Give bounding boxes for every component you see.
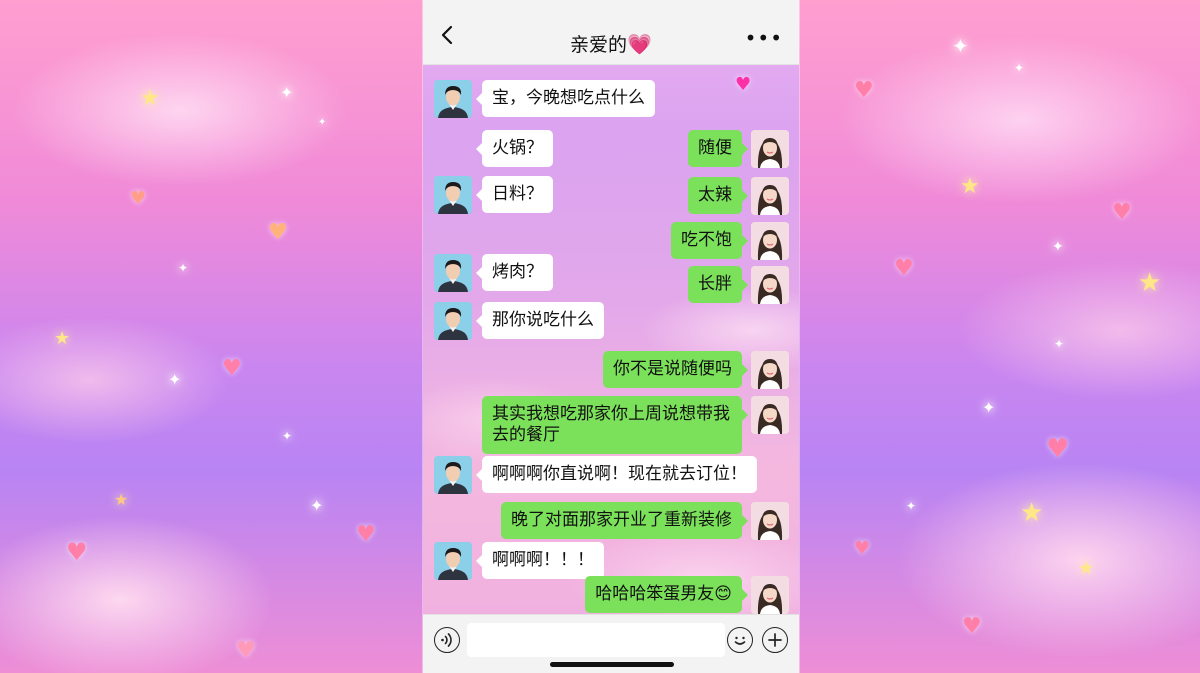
received-message-bubble[interactable]: 那你说吃什么: [476, 302, 604, 339]
received-message-bubble[interactable]: 啊啊啊！！！: [476, 542, 604, 579]
sent-message-row: 随便: [423, 130, 799, 170]
received-message-row: 宝，今晚想吃点什么: [423, 80, 799, 120]
star-icon: ★: [140, 86, 160, 111]
sparkle-icon: ✦: [318, 117, 327, 128]
sent-message-row: 晚了对面那家开业了重新装修: [423, 502, 799, 542]
chat-header: 亲爱的💗 •••: [423, 0, 799, 65]
boyfriend-avatar[interactable]: [434, 542, 472, 580]
sparkle-icon: ✦: [280, 83, 294, 102]
heart-icon: ♥: [1046, 434, 1070, 464]
sparkle-icon: ✦: [906, 499, 917, 513]
sent-message-bubble[interactable]: 晚了对面那家开业了重新装修: [501, 502, 748, 539]
heart-icon: ♥: [236, 638, 256, 663]
boyfriend-avatar[interactable]: [434, 80, 472, 118]
sparkle-icon: ✦: [310, 496, 324, 515]
received-message-bubble[interactable]: 啊啊啊你直说啊！现在就去订位！: [476, 456, 757, 493]
boyfriend-avatar[interactable]: [434, 456, 472, 494]
sparkle-icon: ✦: [952, 34, 969, 58]
star-icon: ★: [54, 328, 71, 349]
sent-message-bubble[interactable]: 长胖: [688, 266, 748, 303]
sent-message-bubble[interactable]: 哈哈哈笨蛋男友😊: [585, 576, 748, 613]
more-options-icon[interactable]: •••: [745, 28, 783, 48]
sparkle-icon: ✦: [1054, 337, 1065, 351]
star-icon: ★: [960, 174, 980, 199]
sent-message-bubble[interactable]: 其实我想吃那家你上周说想带我去的餐厅: [482, 396, 748, 454]
heart-icon: ♥: [962, 614, 982, 639]
chat-window: 亲爱的💗 ••• ♥ 宝，今晚想吃点什么 火锅？ 随便 日料？ 太辣 吃不饱 烤肉？ 长胖 那你…: [423, 0, 799, 673]
sent-message-bubble[interactable]: 随便: [688, 130, 748, 167]
sent-message-row: 哈哈哈笨蛋男友😊: [423, 576, 799, 616]
received-message-row: 啊啊啊你直说啊！现在就去订位！: [423, 456, 799, 496]
sent-message-bubble[interactable]: 太辣: [688, 177, 748, 214]
star-icon: ★: [114, 490, 129, 509]
chat-title: 亲爱的💗: [423, 30, 799, 57]
heart-icon: ♥: [130, 188, 147, 209]
sparkle-icon: ✦: [282, 429, 293, 443]
plus-icon[interactable]: [762, 627, 788, 653]
voice-icon[interactable]: [434, 627, 460, 653]
sent-message-row: 其实我想吃那家你上周说想带我去的餐厅: [423, 396, 799, 454]
message-list: 宝，今晚想吃点什么 火锅？ 随便 日料？ 太辣 吃不饱 烤肉？ 长胖 那你说吃什么 你不是说随便吗…: [423, 64, 799, 614]
girlfriend-avatar[interactable]: [751, 266, 789, 304]
heart-icon: ♥: [66, 538, 88, 566]
received-message-row: 那你说吃什么: [423, 302, 799, 342]
sent-message-bubble[interactable]: 你不是说随便吗: [603, 351, 748, 388]
girlfriend-avatar[interactable]: [751, 177, 789, 215]
received-message-bubble[interactable]: 宝，今晚想吃点什么: [476, 80, 655, 117]
sparkle-icon: ✦: [1014, 61, 1025, 75]
message-input[interactable]: [467, 623, 725, 657]
heart-icon: ♥: [854, 538, 871, 559]
sent-message-row: 太辣: [423, 177, 799, 217]
home-indicator: [550, 662, 674, 667]
girlfriend-avatar[interactable]: [751, 396, 789, 434]
sparkle-icon: ✦: [168, 370, 182, 389]
girlfriend-avatar[interactable]: [751, 576, 789, 614]
sent-message-row: 你不是说随便吗: [423, 351, 799, 391]
emoji-icon[interactable]: [727, 627, 753, 653]
star-icon: ★: [1020, 498, 1044, 528]
star-icon: ★: [1078, 558, 1095, 579]
girlfriend-avatar[interactable]: [751, 502, 789, 540]
heart-icon: ♥: [894, 256, 914, 281]
sparkle-icon: ✦: [178, 261, 189, 275]
boyfriend-avatar[interactable]: [434, 302, 472, 340]
heart-icon: ♥: [1112, 200, 1132, 225]
pink-heart-icon: 💗: [627, 32, 652, 56]
heart-icon: ♥: [222, 356, 242, 381]
sparkle-icon: ✦: [1052, 239, 1064, 255]
sent-message-row: 长胖: [423, 266, 799, 306]
girlfriend-avatar[interactable]: [751, 351, 789, 389]
chat-title-text: 亲爱的: [570, 34, 628, 56]
sparkle-icon: ✦: [982, 398, 996, 417]
heart-icon: ♥: [854, 78, 874, 103]
star-icon: ★: [1138, 268, 1162, 298]
girlfriend-avatar[interactable]: [751, 130, 789, 168]
heart-icon: ♥: [268, 220, 288, 245]
heart-icon: ♥: [356, 522, 376, 547]
